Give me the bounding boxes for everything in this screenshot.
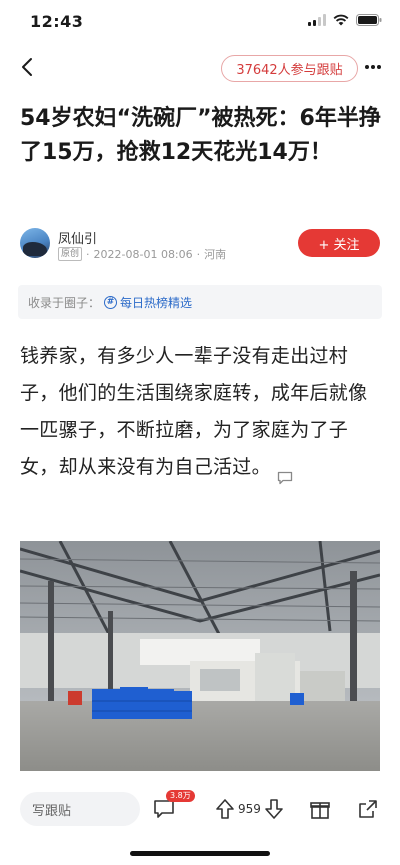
follow-button[interactable]: + 关注 [298, 229, 380, 257]
circle-link[interactable]: # 每日热榜精选 [104, 294, 192, 311]
back-icon [22, 58, 32, 76]
article-body: 钱养家，有多少人一辈子没有走出过村子，他们的生活围绕家庭转，成年后就像一匹骡子，… [20, 338, 386, 486]
status-time: 12:43 [30, 12, 84, 31]
downvote-icon[interactable] [264, 798, 284, 820]
comment-count-badge: 3.8万 [166, 790, 195, 802]
circle-name: 每日热榜精选 [120, 295, 193, 310]
separator: · [196, 247, 201, 261]
nav-bar: 37642人参与跟贴 [0, 46, 400, 90]
home-indicator[interactable] [130, 851, 270, 856]
vote-group: 959 [215, 796, 284, 822]
author-row: 凤仙引 原创 · 2022-08-01 08:06 · 河南 + 关注 [20, 228, 380, 262]
author-name[interactable]: 凤仙引 [58, 228, 97, 247]
gift-icon [310, 802, 330, 819]
article-title: 54岁农妇“洗碗厂”被热死：6年半挣了15万，抢救12天花光14万！ [20, 106, 381, 165]
article-photo[interactable] [20, 541, 380, 771]
signal-icon [308, 14, 326, 26]
bottom-bar: 写跟贴 3.8万 959 [0, 788, 400, 832]
share-icon [359, 800, 377, 818]
collection-label: 收录于圈子： [28, 295, 101, 310]
hash-icon: # [104, 295, 118, 309]
comments-button[interactable]: 3.8万 [153, 790, 195, 822]
avatar[interactable] [20, 228, 50, 258]
back-button[interactable] [12, 52, 42, 82]
gift-button[interactable] [309, 796, 331, 822]
body-paragraph: 钱养家，有多少人一辈子没有走出过村子，他们的生活围绕家庭转，成年后就像一匹骡子，… [20, 345, 368, 478]
comment-input[interactable]: 写跟贴 [20, 792, 140, 826]
battery-icon [356, 14, 382, 26]
upvote-icon[interactable] [215, 798, 235, 820]
participants-pill[interactable]: 37642人参与跟贴 [221, 55, 358, 82]
more-icon [365, 65, 381, 69]
original-badge: 原创 [58, 247, 83, 261]
wifi-icon [333, 14, 349, 26]
status-icons [308, 14, 382, 26]
warehouse-photo [20, 541, 380, 771]
share-button[interactable] [357, 796, 379, 822]
article-meta: 原创 · 2022-08-01 08:06 · 河南 [58, 246, 226, 262]
location: 河南 [204, 248, 227, 261]
publish-date: 2022-08-01 08:06 [93, 247, 193, 261]
separator: · [86, 247, 90, 261]
comment-icon[interactable] [277, 461, 293, 484]
status-bar: 12:43 [0, 0, 400, 44]
collection-bar: 收录于圈子： # 每日热榜精选 [18, 285, 382, 319]
like-count: 959 [238, 802, 261, 816]
more-button[interactable] [358, 52, 388, 82]
